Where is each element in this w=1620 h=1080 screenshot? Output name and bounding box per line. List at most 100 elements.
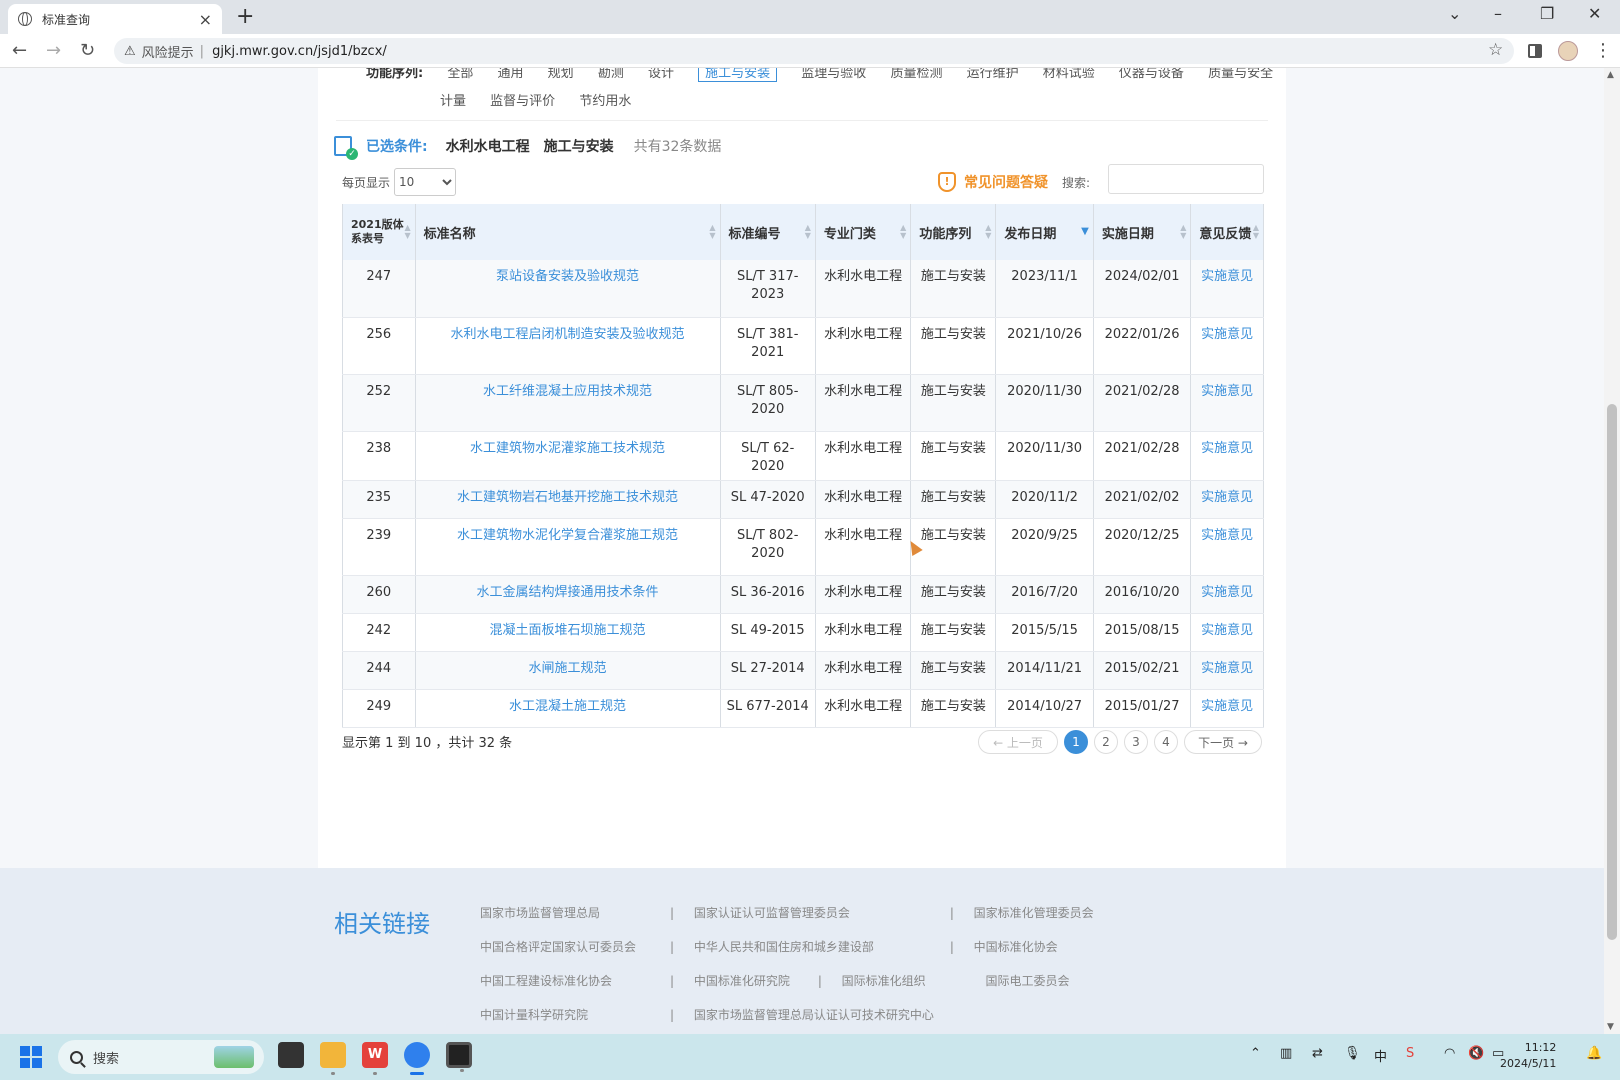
menu-icon[interactable]: ⋮ — [1594, 40, 1612, 61]
page-1-button[interactable]: 1 — [1064, 730, 1088, 754]
filter-water-saving[interactable]: 节约用水 — [579, 94, 631, 109]
tray-chevron-icon[interactable]: ⌃ — [1250, 1046, 1261, 1061]
recorder-icon[interactable] — [446, 1042, 472, 1072]
cell-feedback[interactable]: 实施意见 — [1190, 575, 1264, 614]
vertical-scrollbar[interactable]: ▲ ▼ — [1604, 68, 1620, 1034]
filter-survey[interactable]: 勘测 — [598, 68, 624, 81]
cell-name[interactable]: 泵站设备安装及验收规范 — [415, 260, 721, 318]
volume-mute-icon[interactable]: 🔇 — [1468, 1046, 1484, 1061]
cell-name[interactable]: 水工建筑物岩石地基开挖施工技术规范 — [415, 480, 721, 519]
browser-tab[interactable]: 标准查询 × — [8, 4, 222, 34]
sogou-icon[interactable]: S — [1406, 1046, 1414, 1061]
cell-name[interactable]: 混凝土面板堆石坝施工规范 — [415, 613, 721, 652]
page-2-button[interactable]: 2 — [1094, 730, 1118, 754]
filter-equipment[interactable]: 仪器与设备 — [1119, 68, 1184, 81]
cell-feedback[interactable]: 实施意见 — [1190, 317, 1264, 375]
filter-material[interactable]: 材料试验 — [1043, 68, 1095, 81]
minimize-button[interactable]: – — [1494, 4, 1502, 23]
filter-metrology[interactable]: 计量 — [440, 94, 466, 109]
footer-link[interactable]: 国家认证认可监督管理委员会 — [694, 904, 950, 921]
cell-feedback[interactable]: 实施意见 — [1190, 260, 1264, 318]
cell-feedback[interactable]: 实施意见 — [1190, 518, 1264, 576]
filter-all[interactable]: 全部 — [447, 68, 473, 81]
cell-feedback[interactable]: 实施意见 — [1190, 651, 1264, 690]
filter-safety[interactable]: 质量与安全 — [1208, 68, 1273, 81]
footer-link[interactable]: 国家市场监督管理总局 — [480, 904, 670, 921]
cell-name[interactable]: 水工混凝土施工规范 — [415, 689, 721, 728]
tray-transfer-icon[interactable]: ⇄ — [1312, 1046, 1323, 1061]
filter-operation[interactable]: 运行维护 — [967, 68, 1019, 81]
footer-link[interactable]: 国家标准化管理委员会 — [974, 904, 1094, 921]
footer-link[interactable]: 国家市场监督管理总局认证认可技术研究中心 — [694, 1006, 934, 1023]
scrollbar-thumb[interactable] — [1607, 404, 1617, 940]
side-panel-icon[interactable] — [1528, 44, 1542, 58]
next-page-button[interactable]: 下一页 → — [1184, 730, 1262, 754]
cell-name[interactable]: 水利水电工程启闭机制造安装及验收规范 — [415, 317, 721, 375]
prev-page-button[interactable]: ← 上一页 — [978, 730, 1058, 754]
col-header-name[interactable]: 标准名称 ▲ ▼ — [415, 204, 721, 260]
col-header-pub-date[interactable]: 发布日期 ▼ — [995, 204, 1094, 260]
sort-icon[interactable]: ▲ ▼ — [900, 224, 906, 240]
back-button[interactable]: ← — [12, 40, 27, 61]
avatar[interactable] — [1558, 41, 1578, 61]
filter-supervision[interactable]: 监理与验收 — [801, 68, 866, 81]
faq-link[interactable]: 常见问题答疑 — [964, 172, 1048, 192]
col-header-category[interactable]: 专业门类 ▲ ▼ — [815, 204, 912, 260]
footer-link[interactable]: 中国工程建设标准化协会 — [480, 972, 670, 989]
page-4-button[interactable]: 4 — [1154, 730, 1178, 754]
sort-desc-icon[interactable]: ▼ — [1081, 227, 1089, 237]
windows-start-icon[interactable] — [20, 1046, 42, 1068]
sort-icon[interactable]: ▲ ▼ — [709, 224, 715, 240]
footer-link[interactable]: 中国计量科学研究院 — [480, 1006, 670, 1023]
cell-name[interactable]: 水工建筑物水泥灌浆施工技术规范 — [415, 431, 721, 481]
col-header-function[interactable]: 功能序列 ▲ ▼ — [910, 204, 997, 260]
cell-feedback[interactable]: 实施意见 — [1190, 374, 1264, 432]
new-tab-button[interactable]: + — [236, 4, 254, 29]
restore-button[interactable]: ❐ — [1540, 4, 1554, 23]
cell-feedback[interactable]: 实施意见 — [1190, 613, 1264, 652]
ime-indicator[interactable]: 中 — [1374, 1046, 1387, 1065]
sort-icon[interactable]: ▲ ▼ — [805, 224, 811, 240]
sort-icon[interactable]: ▲ ▼ — [1253, 224, 1259, 240]
filter-quality-test[interactable]: 质量检测 — [890, 68, 942, 81]
col-header-code[interactable]: 标准编号 ▲ ▼ — [720, 204, 816, 260]
file-explorer-icon[interactable] — [320, 1042, 346, 1075]
tab-search-icon[interactable]: ⌄ — [1448, 4, 1461, 23]
sort-icon[interactable]: ▲ ▼ — [404, 224, 410, 240]
cell-name[interactable]: 水闸施工规范 — [415, 651, 721, 690]
cell-name[interactable]: 水工金属结构焊接通用技术条件 — [415, 575, 721, 614]
cell-feedback[interactable]: 实施意见 — [1190, 431, 1264, 481]
address-input[interactable]: ⚠ 风险提示 | gjkj.mwr.gov.cn/jsjd1/bzcx/ — [114, 38, 1514, 64]
cell-name[interactable]: 水工建筑物水泥化学复合灌浆施工规范 — [415, 518, 721, 576]
notification-icon[interactable]: 🔔 — [1586, 1046, 1602, 1061]
page-3-button[interactable]: 3 — [1124, 730, 1148, 754]
col-header-feedback[interactable]: 意见反馈 ▲ ▼ — [1190, 204, 1264, 260]
filter-planning[interactable]: 规划 — [548, 68, 574, 81]
footer-link[interactable]: 中国标准化研究院 — [694, 972, 818, 989]
sort-icon[interactable]: ▲ ▼ — [985, 224, 991, 240]
filter-general[interactable]: 通用 — [498, 68, 524, 81]
scroll-up-icon[interactable]: ▲ — [1607, 70, 1614, 80]
footer-link[interactable]: 中国合格评定国家认可委员会 — [480, 938, 670, 955]
taskbar-search[interactable]: 搜索 — [58, 1040, 264, 1074]
clock[interactable]: 11:12 2024/5/11 — [1500, 1040, 1556, 1072]
browser-icon[interactable] — [404, 1042, 430, 1075]
filter-construction[interactable]: 施工与安装 — [698, 68, 778, 82]
close-window-button[interactable]: ✕ — [1588, 4, 1601, 23]
cell-name[interactable]: 水工纤维混凝土应用技术规范 — [415, 374, 721, 432]
filter-evaluation[interactable]: 监督与评价 — [490, 94, 555, 109]
footer-link[interactable]: 中国标准化协会 — [974, 938, 1058, 955]
col-header-impl-date[interactable]: 实施日期 ▲ ▼ — [1093, 204, 1192, 260]
scroll-down-icon[interactable]: ▼ — [1607, 1022, 1614, 1032]
cell-feedback[interactable]: 实施意见 — [1190, 480, 1264, 519]
bookmark-star-icon[interactable]: ☆ — [1488, 40, 1503, 60]
close-tab-icon[interactable]: × — [199, 10, 212, 29]
footer-link[interactable]: 国际电工委员会 — [985, 972, 1069, 989]
footer-link[interactable]: 中华人民共和国住房和城乡建设部 — [694, 938, 950, 955]
reload-button[interactable]: ↻ — [80, 40, 95, 61]
wps-icon[interactable]: W — [362, 1042, 388, 1075]
task-view-icon[interactable] — [278, 1042, 304, 1068]
search-input[interactable] — [1108, 164, 1264, 194]
forward-button[interactable]: → — [46, 40, 61, 61]
sort-icon[interactable]: ▲ ▼ — [1180, 224, 1186, 240]
